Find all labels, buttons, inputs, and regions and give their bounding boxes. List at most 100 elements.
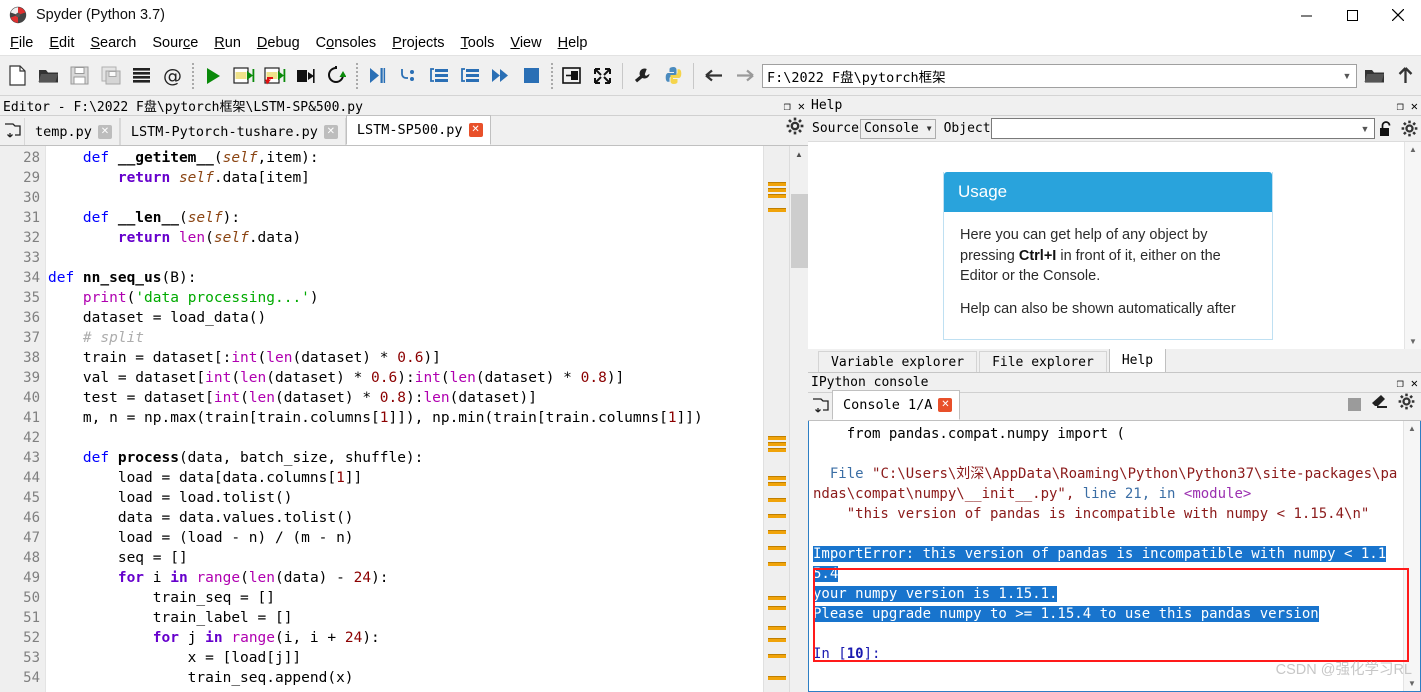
editor-tab-lstm-pytorch-tushare[interactable]: LSTM-Pytorch-tushare.py ✕ xyxy=(119,118,346,145)
editor-scrollbar[interactable]: ▲ xyxy=(789,146,808,692)
scroll-up-icon[interactable]: ▲ xyxy=(790,146,808,162)
editor-tab-temp[interactable]: temp.py ✕ xyxy=(24,118,120,145)
code-line[interactable]: load = (load - n) / (m - n) xyxy=(46,528,763,548)
menu-consoles[interactable]: Consoles xyxy=(308,32,384,54)
debug-step-over-icon[interactable] xyxy=(423,59,454,93)
code-line[interactable]: train = dataset[:int(len(dataset) * 0.6)… xyxy=(46,348,763,368)
editor-tab-close-icon[interactable]: ✕ xyxy=(323,124,338,139)
nav-back-button[interactable] xyxy=(698,59,729,93)
code-text[interactable]: def __getitem__(self,item): return self.… xyxy=(46,146,763,692)
code-line[interactable]: train_seq.append(x) xyxy=(46,668,763,688)
rerun-file-icon[interactable] xyxy=(321,59,352,93)
file-switcher-icon[interactable] xyxy=(126,59,157,93)
code-line[interactable] xyxy=(46,428,763,448)
console-tab-close-icon[interactable]: ✕ xyxy=(938,398,953,412)
code-line[interactable]: for j in range(i, i + 24): xyxy=(46,628,763,648)
code-line[interactable]: dataset = load_data() xyxy=(46,308,763,328)
code-line[interactable]: def __len__(self): xyxy=(46,208,763,228)
save-all-icon[interactable] xyxy=(95,59,126,93)
debug-step-into-icon[interactable] xyxy=(392,59,423,93)
editor-tab-close-icon[interactable]: ✕ xyxy=(97,124,112,139)
editor-tab-lstm-sp500[interactable]: LSTM-SP500.py ✕ xyxy=(345,115,491,145)
code-line[interactable]: return len(self.data) xyxy=(46,228,763,248)
help-content-area[interactable]: Usage Here you can get help of any objec… xyxy=(808,142,1421,349)
code-line[interactable]: load = load.tolist() xyxy=(46,488,763,508)
maximize-button[interactable] xyxy=(1329,0,1375,30)
console-scrollbar[interactable]: ▲ ▼ xyxy=(1403,421,1420,691)
code-line[interactable]: def process(data, batch_size, shuffle): xyxy=(46,448,763,468)
browse-tabs-icon[interactable] xyxy=(0,115,24,145)
code-line[interactable]: data = data.values.tolist() xyxy=(46,508,763,528)
console-close-button[interactable]: ✕ xyxy=(1411,377,1418,389)
code-line[interactable]: m, n = np.max(train[train.columns[1]]), … xyxy=(46,408,763,428)
code-line[interactable]: load = data[data.columns[1]] xyxy=(46,468,763,488)
scroll-down-icon[interactable]: ▼ xyxy=(1405,334,1421,349)
console-options-gear-icon[interactable] xyxy=(1398,393,1415,415)
run-file-icon[interactable] xyxy=(197,59,228,93)
save-file-icon[interactable] xyxy=(64,59,95,93)
console-output-area[interactable]: from pandas.compat.numpy import ( File "… xyxy=(808,421,1421,692)
tab-help[interactable]: Help xyxy=(1108,348,1167,372)
menu-tools[interactable]: Tools xyxy=(453,32,503,54)
working-directory-field[interactable]: ▼ xyxy=(762,63,1357,88)
run-cell-icon[interactable] xyxy=(228,59,259,93)
maximize-pane-icon[interactable] xyxy=(556,59,587,93)
code-line[interactable]: for i in range(len(data) - 24): xyxy=(46,568,763,588)
editor-scroll-thumb[interactable] xyxy=(791,194,808,268)
nav-forward-button[interactable] xyxy=(729,59,760,93)
help-scrollbar[interactable]: ▲ ▼ xyxy=(1404,142,1421,349)
code-line[interactable]: train_seq = [] xyxy=(46,588,763,608)
chevron-down-icon[interactable]: ▼ xyxy=(1338,71,1356,81)
run-cell-advance-icon[interactable] xyxy=(259,59,290,93)
help-undock-button[interactable]: ❐ xyxy=(1397,100,1404,112)
code-line[interactable]: print('data processing...') xyxy=(46,288,763,308)
chevron-down-icon[interactable]: ▼ xyxy=(1356,124,1374,134)
code-line[interactable]: seq = [] xyxy=(46,548,763,568)
code-editor[interactable]: 28 29 30 31 32 33 34 35 36 37 38 39 40 41 42 43 44 45 46 47… xyxy=(0,146,808,692)
parent-directory-icon[interactable] xyxy=(1390,59,1421,93)
help-object-input[interactable] xyxy=(991,120,1356,137)
help-close-button[interactable]: ✕ xyxy=(1411,100,1418,112)
help-source-select[interactable]: Console ▼ xyxy=(859,118,936,139)
menu-projects[interactable]: Projects xyxy=(384,32,452,54)
debug-stop-icon[interactable] xyxy=(516,59,547,93)
open-file-icon[interactable] xyxy=(33,59,64,93)
stop-kernel-icon[interactable] xyxy=(1348,397,1361,411)
close-button[interactable] xyxy=(1375,0,1421,30)
minimize-button[interactable] xyxy=(1283,0,1329,30)
code-line[interactable]: test = dataset[int(len(dataset) * 0.8):l… xyxy=(46,388,763,408)
menu-help[interactable]: Help xyxy=(550,32,596,54)
tab-variable-explorer[interactable]: Variable explorer xyxy=(818,351,978,372)
fullscreen-icon[interactable] xyxy=(587,59,618,93)
help-object-field[interactable]: ▼ xyxy=(990,118,1375,139)
menu-run[interactable]: Run xyxy=(206,32,249,54)
editor-undock-button[interactable]: ❐ xyxy=(784,100,791,112)
menu-source[interactable]: Source xyxy=(144,32,206,54)
debug-file-icon[interactable] xyxy=(361,59,392,93)
code-outline-minimap[interactable] xyxy=(763,146,789,692)
debug-continue-icon[interactable] xyxy=(485,59,516,93)
working-directory-input[interactable] xyxy=(763,66,1338,85)
code-line[interactable]: def nn_seq_us(B): xyxy=(46,268,763,288)
code-line[interactable]: # split xyxy=(46,328,763,348)
scroll-up-icon[interactable]: ▲ xyxy=(1404,421,1420,436)
tab-file-explorer[interactable]: File explorer xyxy=(979,351,1107,372)
find-in-files-icon[interactable]: @ xyxy=(157,59,188,93)
code-line[interactable]: return self.data[item] xyxy=(46,168,763,188)
console-tab-1a[interactable]: Console 1/A ✕ xyxy=(832,390,961,420)
menu-file[interactable]: File xyxy=(2,32,41,54)
scroll-up-icon[interactable]: ▲ xyxy=(1405,142,1421,157)
pythonpath-manager-icon[interactable] xyxy=(658,59,689,93)
debug-step-return-icon[interactable] xyxy=(454,59,485,93)
run-selection-icon[interactable] xyxy=(290,59,321,93)
menu-debug[interactable]: Debug xyxy=(249,32,308,54)
help-options-gear-icon[interactable] xyxy=(1397,118,1421,140)
console-undock-button[interactable]: ❐ xyxy=(1397,377,1404,389)
menu-search[interactable]: Search xyxy=(82,32,144,54)
code-line[interactable] xyxy=(46,188,763,208)
editor-tab-close-icon[interactable]: ✕ xyxy=(468,123,483,137)
code-line[interactable]: def __getitem__(self,item): xyxy=(46,148,763,168)
new-file-icon[interactable] xyxy=(2,59,33,93)
code-line[interactable]: val = dataset[int(len(dataset) * 0.6):in… xyxy=(46,368,763,388)
editor-options-gear-icon[interactable] xyxy=(786,117,804,140)
